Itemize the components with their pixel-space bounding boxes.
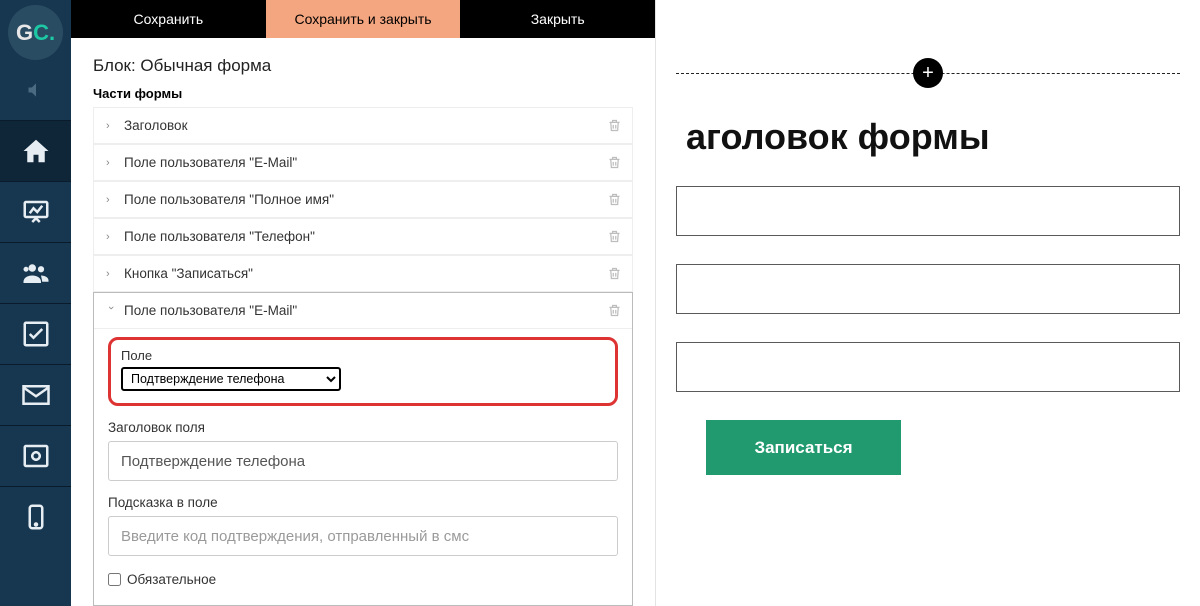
required-label: Обязательное: [127, 572, 216, 587]
trash-icon[interactable]: [607, 229, 622, 249]
field-select-block: Поле Подтверждение телефона: [108, 337, 618, 406]
chevron-right-icon: ›: [106, 120, 116, 132]
home-icon[interactable]: [0, 121, 71, 181]
expanded-body: Поле Подтверждение телефона Заголовок по…: [94, 328, 632, 605]
form-part-header[interactable]: › Поле пользователя "Полное имя": [94, 182, 632, 217]
preview-area: + аголовок формы Записаться: [656, 0, 1200, 606]
form-title: аголовок формы: [686, 116, 1180, 158]
editor-panel: Сохранить Сохранить и закрыть Закрыть Бл…: [71, 0, 656, 606]
preview-input[interactable]: [676, 264, 1180, 314]
required-checkbox[interactable]: [108, 573, 121, 586]
hint-label: Подсказка в поле: [108, 495, 618, 510]
field-hint-input[interactable]: [108, 516, 618, 556]
editor-tabs: Сохранить Сохранить и закрыть Закрыть: [71, 0, 655, 38]
users-icon[interactable]: [0, 243, 71, 303]
add-section-button[interactable]: +: [913, 58, 943, 88]
chevron-right-icon: ›: [106, 157, 116, 169]
field-select[interactable]: Подтверждение телефона: [121, 367, 341, 391]
logo-c: C.: [33, 20, 55, 46]
parts-label: Части формы: [93, 86, 633, 101]
form-part: › Поле пользователя "Телефон": [93, 218, 633, 255]
plus-icon: +: [922, 62, 934, 85]
tab-close[interactable]: Закрыть: [460, 0, 655, 38]
chevron-right-icon: ›: [106, 194, 116, 206]
chevron-down-icon: ›: [105, 306, 117, 316]
form-part: › Поле пользователя "Полное имя": [93, 181, 633, 218]
field-label: Поле: [121, 348, 605, 363]
block-title: Блок: Обычная форма: [93, 56, 633, 76]
preview-input[interactable]: [676, 342, 1180, 392]
safe-icon[interactable]: [0, 426, 71, 486]
app-sidebar: GC.: [0, 0, 71, 606]
form-part-label: Поле пользователя "Телефон": [124, 229, 315, 244]
editor-body: Блок: Обычная форма Части формы › Заголо…: [71, 38, 655, 606]
signup-button[interactable]: Записаться: [706, 420, 901, 475]
form-part-expanded: › Поле пользователя "E-Mail" Поле Подтве…: [93, 292, 633, 606]
form-part-header[interactable]: › Поле пользователя "E-Mail": [94, 145, 632, 180]
presentation-icon[interactable]: [0, 182, 71, 242]
add-section-bar: +: [676, 60, 1180, 86]
form-part-label: Поле пользователя "E-Mail": [124, 155, 297, 170]
form-parts-list: › Заголовок › Поле пользователя "E-Mail": [93, 107, 633, 606]
required-checkbox-row[interactable]: Обязательное: [108, 572, 618, 587]
tab-save[interactable]: Сохранить: [71, 0, 266, 38]
form-part-header[interactable]: › Поле пользователя "E-Mail": [94, 293, 632, 328]
trash-icon[interactable]: [607, 192, 622, 212]
form-part-label: Заголовок: [124, 118, 187, 133]
logo-g: G: [16, 20, 33, 46]
form-part-label: Поле пользователя "E-Mail": [124, 303, 297, 318]
preview-input[interactable]: [676, 186, 1180, 236]
tab-save-close[interactable]: Сохранить и закрыть: [266, 0, 461, 38]
mobile-icon[interactable]: [0, 487, 71, 547]
field-title-input[interactable]: [108, 441, 618, 481]
form-part-header[interactable]: › Заголовок: [94, 108, 632, 143]
title-label: Заголовок поля: [108, 420, 618, 435]
field-select-wrap: Подтверждение телефона: [121, 367, 605, 391]
form-part: › Заголовок: [93, 107, 633, 144]
chevron-right-icon: ›: [106, 231, 116, 243]
form-part-header[interactable]: › Поле пользователя "Телефон": [94, 219, 632, 254]
check-icon[interactable]: [0, 304, 71, 364]
form-part: › Поле пользователя "E-Mail": [93, 144, 633, 181]
app-logo: GC.: [8, 5, 63, 60]
form-part-label: Кнопка "Записаться": [124, 266, 253, 281]
sound-icon[interactable]: [0, 60, 71, 120]
mail-icon[interactable]: [0, 365, 71, 425]
form-part: › Кнопка "Записаться": [93, 255, 633, 292]
chevron-right-icon: ›: [106, 268, 116, 280]
trash-icon[interactable]: [607, 155, 622, 175]
trash-icon[interactable]: [607, 266, 622, 286]
trash-icon[interactable]: [607, 118, 622, 138]
form-part-label: Поле пользователя "Полное имя": [124, 192, 334, 207]
trash-icon[interactable]: [607, 303, 622, 323]
form-part-header[interactable]: › Кнопка "Записаться": [94, 256, 632, 291]
